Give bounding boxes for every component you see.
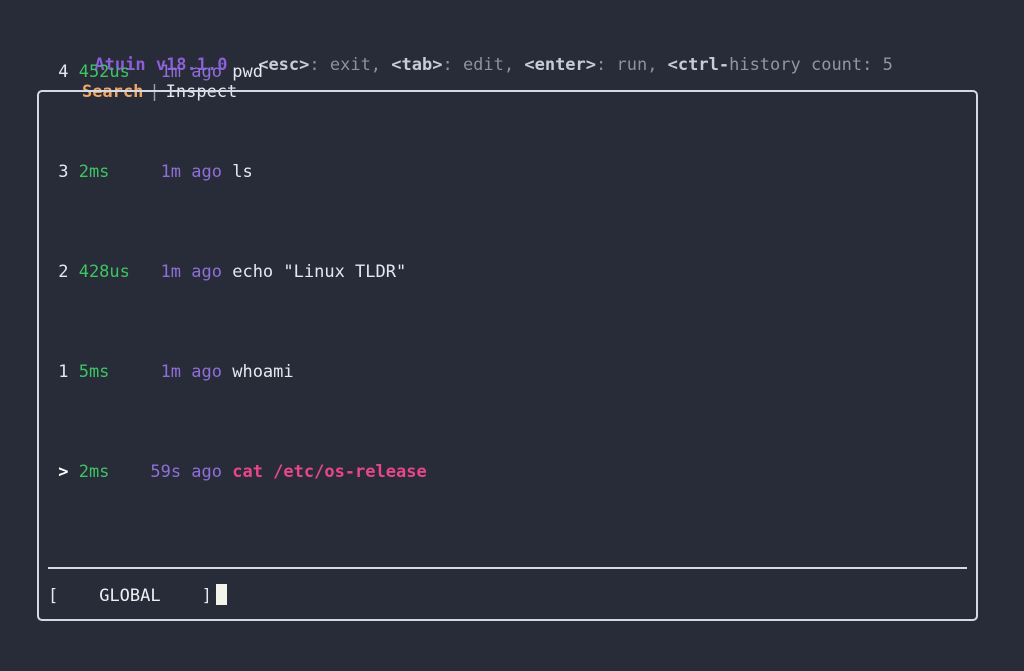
row-time: 1m ago	[160, 262, 222, 282]
row-time: 1m ago	[160, 62, 222, 82]
search-panel: 4 452us 1m ago pwd 3 2ms 1m ago ls 2 428us 1m ag…	[37, 62, 978, 621]
atuin-tui-window: Atuin v18.1.0 <esc>: exit, <tab>: edit, …	[0, 0, 1024, 671]
row-time: 1m ago	[160, 362, 222, 382]
row-duration: 428us	[78, 262, 130, 282]
history-list[interactable]: 4 452us 1m ago pwd 3 2ms 1m ago ls 2 428us 1m ag…	[48, 0, 973, 560]
row-index: 4	[58, 62, 69, 82]
row-time: 59s ago	[150, 462, 222, 482]
row-index: 2	[58, 262, 69, 282]
history-row[interactable]: 1 5ms 1m ago whoami	[48, 360, 973, 385]
row-duration: 452us	[78, 62, 130, 82]
filter-open-bracket: [	[48, 586, 59, 606]
filter-mode-label[interactable]: GLOBAL	[99, 586, 160, 606]
status-bar[interactable]: [ GLOBAL ]	[48, 583, 227, 609]
history-row[interactable]: 3 2ms 1m ago ls	[48, 160, 973, 185]
filter-pad-left	[58, 586, 99, 606]
row-command: whoami	[232, 362, 294, 382]
row-command: echo "Linux TLDR"	[232, 262, 407, 282]
filter-close-bracket: ]	[201, 586, 212, 606]
filter-pad-right	[161, 586, 202, 606]
status-separator	[48, 567, 967, 569]
row-index: 3	[58, 162, 69, 182]
text-cursor	[215, 584, 227, 605]
row-time: 1m ago	[160, 162, 222, 182]
row-duration: 5ms	[78, 362, 110, 382]
row-duration: 2ms	[78, 462, 110, 482]
row-index: 1	[58, 362, 69, 382]
row-command: cat /etc/os-release	[232, 462, 427, 482]
history-row[interactable]: 2 428us 1m ago echo "Linux TLDR"	[48, 260, 973, 285]
history-row[interactable]: 4 452us 1m ago pwd	[48, 60, 973, 85]
row-command: pwd	[232, 62, 263, 82]
row-selection-caret-icon: >	[58, 462, 69, 482]
row-duration: 2ms	[78, 162, 110, 182]
row-command: ls	[232, 162, 253, 182]
history-row-selected[interactable]: >2ms 59s ago cat /etc/os-release	[48, 460, 973, 485]
